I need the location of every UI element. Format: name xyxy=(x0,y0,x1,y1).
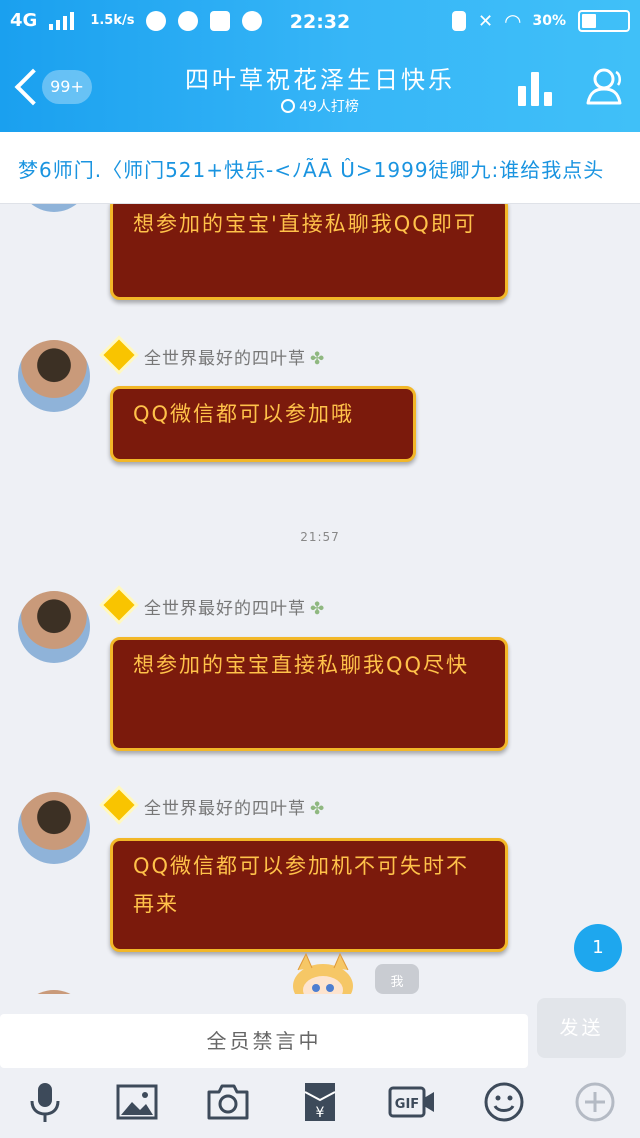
sender-name: 全世界最好的四叶草 ✤ xyxy=(144,799,326,819)
member-level-icon xyxy=(103,589,135,621)
announcement-text: 梦6师门.〈师门521+快乐-<ﾉÃĀ Û>1999徒卿九:谁给我点头 xyxy=(18,158,605,182)
message-bubble[interactable]: 想参加的宝宝'直接私聊我QQ即可 xyxy=(110,204,508,300)
gif-icon[interactable]: GIF xyxy=(388,1080,436,1124)
clover-icon: ✤ xyxy=(310,799,326,819)
announcement-bar[interactable]: 梦6师门.〈师门521+快乐-<ﾉÃĀ Û>1999徒卿九:谁给我点头 xyxy=(0,132,640,204)
group-members-icon[interactable] xyxy=(582,66,626,106)
svg-text:GIF: GIF xyxy=(395,1097,419,1112)
send-button[interactable]: 发送 xyxy=(537,998,626,1058)
clover-icon: ✤ xyxy=(310,599,326,619)
sticker-label: 我 xyxy=(375,964,419,994)
avatar[interactable] xyxy=(18,792,90,864)
avatar[interactable] xyxy=(18,340,90,412)
wifi-icon: ◠ xyxy=(505,9,521,33)
chevron-down-icon xyxy=(281,99,296,113)
sender-name: 全世界最好的四叶草 ✤ xyxy=(144,349,326,369)
subtitle-text: 49人打榜 xyxy=(299,99,359,115)
camera-icon[interactable] xyxy=(206,1080,250,1124)
chat-area[interactable]: 想参加的宝宝'直接私聊我QQ即可 全世界最好的四叶草 ✤ QQ微信都可以参加哦 2… xyxy=(0,204,640,994)
unread-count-button[interactable]: 1 xyxy=(574,924,622,972)
bottom-toolbar: ¥ GIF xyxy=(0,1068,640,1138)
clover-icon: ✤ xyxy=(310,349,326,369)
message-bubble[interactable]: QQ微信都可以参加哦 xyxy=(110,386,416,462)
sender-name: 全世界最好的四叶草 ✤ xyxy=(144,599,326,619)
charging-icon xyxy=(452,11,466,31)
battery-percent: 30% xyxy=(532,13,566,29)
input-bar: 全员禁言中 发送 xyxy=(0,994,640,1068)
member-level-icon xyxy=(103,789,135,821)
image-icon[interactable] xyxy=(115,1080,159,1124)
battery-icon xyxy=(578,10,630,32)
ranking-icon[interactable] xyxy=(518,72,554,106)
emoji-icon[interactable] xyxy=(482,1080,526,1124)
avatar[interactable] xyxy=(18,591,90,663)
svg-text:¥: ¥ xyxy=(316,1105,325,1121)
member-level-icon xyxy=(103,339,135,371)
message-bubble[interactable]: 想参加的宝宝直接私聊我QQ尽快 xyxy=(110,637,508,751)
microphone-icon[interactable] xyxy=(23,1080,67,1124)
message-bubble[interactable]: QQ微信都可以参加机不可失时不再来 xyxy=(110,838,508,952)
mute-icon: ✕ xyxy=(478,10,494,32)
red-packet-icon[interactable]: ¥ xyxy=(298,1080,342,1124)
timestamp: 21:57 xyxy=(300,530,340,544)
chat-header: 99+ 四叶草祝花泽生日快乐 49人打榜 xyxy=(0,44,640,132)
message-input[interactable]: 全员禁言中 xyxy=(0,1014,528,1068)
avatar[interactable] xyxy=(18,204,90,212)
anime-sticker-icon xyxy=(293,952,353,994)
plus-icon[interactable] xyxy=(573,1080,617,1124)
status-bar: 4G 1.5k/s 22:32 ✕ ◠ 30% xyxy=(0,0,640,44)
top-bar: 4G 1.5k/s 22:32 ✕ ◠ 30% 99+ 四叶草祝花泽生日快乐 4… xyxy=(0,0,640,132)
